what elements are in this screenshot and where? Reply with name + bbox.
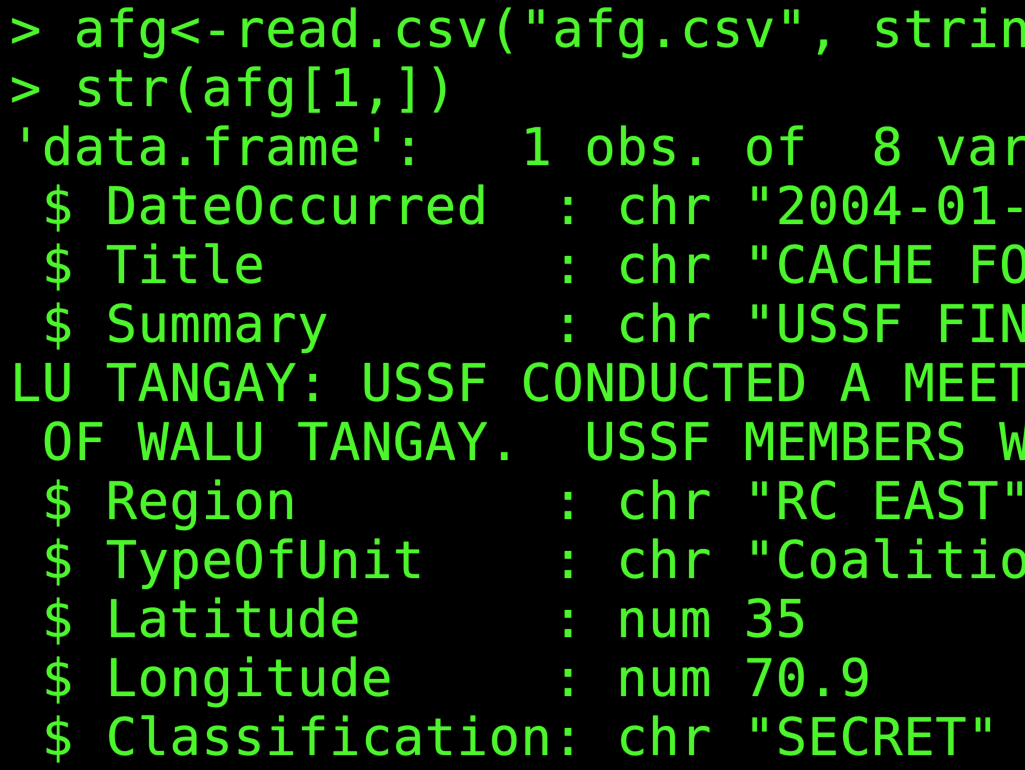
terminal-line-output-header: 'data.frame': 1 obs. of 8 var <box>10 118 1025 178</box>
terminal-line-field-title: $ Title : chr "CACHE FO <box>10 236 1025 296</box>
terminal-line-summary-wrap-1: LU TANGAY: USSF CONDUCTED A MEET <box>10 354 1025 414</box>
terminal-line-command-str: > str(afg[1,]) <box>10 59 457 119</box>
terminal-window[interactable]: > afg<-read.csv("afg.csv", strin > str(a… <box>0 0 1025 770</box>
terminal-line-field-classification: $ Classification: chr "SECRET" <box>10 708 1000 768</box>
terminal-line-field-longitude: $ Longitude : num 70.9 <box>10 649 872 709</box>
terminal-line-field-latitude: $ Latitude : num 35 <box>10 590 808 650</box>
terminal-line-field-typeofunit: $ TypeOfUnit : chr "Coalitio <box>10 531 1025 591</box>
terminal-line-command-read-csv: > afg<-read.csv("afg.csv", strin <box>10 0 1025 60</box>
terminal-line-field-summary: $ Summary : chr "USSF FIN <box>10 295 1025 355</box>
terminal-line-field-dateoccurred: $ DateOccurred : chr "2004-01- <box>10 177 1025 237</box>
terminal-line-field-region: $ Region : chr "RC EAST" <box>10 472 1025 532</box>
terminal-line-summary-wrap-2: OF WALU TANGAY. USSF MEMBERS W <box>10 413 1025 473</box>
